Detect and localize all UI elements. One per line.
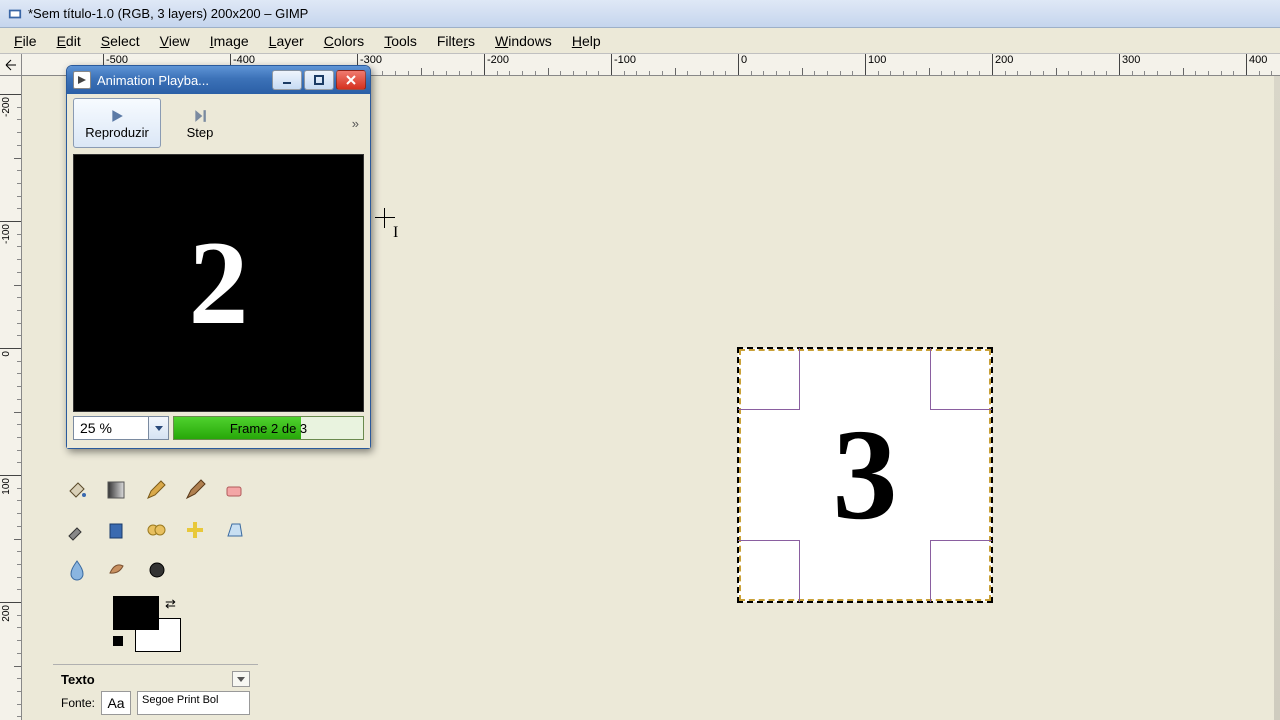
tool-clone[interactable] [138, 512, 173, 548]
menubar: File Edit Select View Image Layer Colors… [0, 28, 1280, 54]
menu-help[interactable]: Help [562, 31, 611, 51]
minimize-button[interactable] [272, 70, 302, 90]
maximize-button[interactable] [304, 70, 334, 90]
menu-file[interactable]: File [4, 31, 47, 51]
color-swatches: ⇄ [113, 596, 193, 656]
menu-view[interactable]: View [150, 31, 200, 51]
zoom-combo[interactable]: 25 % [73, 416, 169, 440]
dialog-icon [73, 71, 91, 89]
tool-eraser[interactable] [217, 472, 252, 508]
tool-ink[interactable] [98, 512, 133, 548]
font-preview-glyph: Aa [107, 695, 124, 711]
menu-select[interactable]: Select [91, 31, 150, 51]
font-name-field[interactable]: Segoe Print Bol [137, 691, 250, 715]
step-icon [193, 107, 207, 125]
dialog-statusbar: 25 % Frame 2 de 3 [73, 416, 364, 440]
animation-preview: 2 [73, 154, 364, 412]
dialog-titlebar[interactable]: Animation Playba... [67, 66, 370, 94]
canvas-text-digit: 3 [738, 348, 992, 602]
menu-windows[interactable]: Windows [485, 31, 562, 51]
window-title: *Sem título-1.0 (RGB, 3 layers) 200x200 … [28, 6, 308, 21]
frame-progress: Frame 2 de 3 [173, 416, 364, 440]
tool-options-header: Texto [53, 664, 258, 689]
font-label: Fonte: [61, 696, 95, 710]
default-colors-icon[interactable] [113, 636, 123, 646]
font-picker-button[interactable]: Aa [101, 691, 131, 715]
swap-colors-icon[interactable]: ⇄ [165, 596, 176, 612]
tool-heal[interactable] [177, 512, 212, 548]
menu-file-label: ile [23, 33, 37, 49]
tool-perspective-clone[interactable] [217, 512, 252, 548]
close-button[interactable] [336, 70, 366, 90]
menu-colors[interactable]: Colors [314, 31, 374, 51]
app-icon [8, 7, 22, 21]
vertical-scrollbar[interactable] [1274, 76, 1280, 720]
toolbar-overflow-button[interactable]: » [352, 116, 360, 131]
tool-bucket-fill[interactable] [59, 472, 94, 508]
step-button[interactable]: Step [165, 98, 235, 148]
play-icon [110, 107, 124, 125]
frame-status-label: Frame 2 de 3 [174, 417, 363, 439]
vertical-ruler[interactable]: -200-1000100200300 [0, 76, 22, 720]
ruler-origin[interactable] [0, 54, 22, 76]
tool-paintbrush[interactable] [177, 472, 212, 508]
menu-image[interactable]: Image [200, 31, 259, 51]
toolbox-panel: ⇄ Texto Fonte: Aa Segoe Print Bol [53, 470, 258, 717]
step-label: Step [187, 125, 214, 140]
chevron-down-icon[interactable] [148, 417, 168, 439]
image-layer[interactable]: 3 [738, 348, 992, 602]
play-button[interactable]: Reproduzir [73, 98, 161, 148]
tool-blur[interactable] [59, 552, 95, 588]
menu-tools[interactable]: Tools [374, 31, 427, 51]
foreground-color-swatch[interactable] [113, 596, 159, 630]
tool-smudge[interactable] [99, 552, 135, 588]
play-label: Reproduzir [85, 125, 149, 140]
tool-dodge-burn[interactable] [139, 552, 175, 588]
menu-edit[interactable]: Edit [47, 31, 91, 51]
dialog-toolbar: Reproduzir Step » [73, 98, 364, 148]
animation-playback-dialog: Animation Playba... Reproduzir Step » 2 … [66, 65, 371, 449]
menu-layer[interactable]: Layer [259, 31, 314, 51]
font-row: Fonte: Aa Segoe Print Bol [53, 689, 258, 717]
panel-menu-icon[interactable] [232, 671, 250, 687]
tool-airbrush[interactable] [59, 512, 94, 548]
dialog-title: Animation Playba... [97, 73, 270, 88]
tool-blend[interactable] [98, 472, 133, 508]
tool-pencil[interactable] [138, 472, 173, 508]
tool-options-label: Texto [61, 672, 232, 687]
zoom-value: 25 % [74, 420, 148, 436]
window-titlebar: *Sem título-1.0 (RGB, 3 layers) 200x200 … [0, 0, 1280, 28]
menu-filters[interactable]: Filters [427, 31, 485, 51]
preview-frame-digit: 2 [189, 214, 249, 352]
